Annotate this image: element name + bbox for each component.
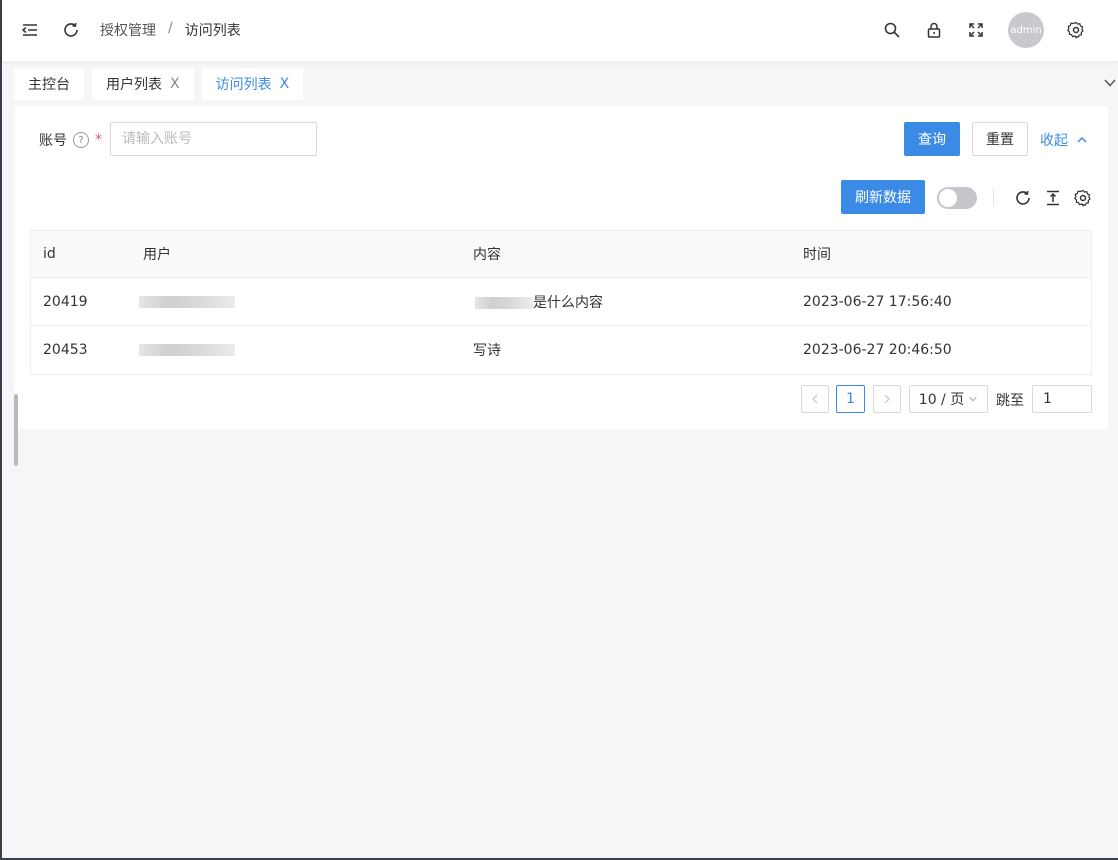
jump-input[interactable]: 1 bbox=[1032, 385, 1092, 413]
column-header-time: 时间 bbox=[803, 247, 831, 263]
prev-page-button[interactable] bbox=[801, 385, 829, 413]
column-header-id: id bbox=[43, 246, 56, 262]
cell-time: 2023-06-27 20:46:50 bbox=[803, 342, 952, 358]
cell-user bbox=[131, 294, 461, 310]
column-settings-icon[interactable] bbox=[1074, 189, 1092, 207]
cell-id: 20453 bbox=[43, 342, 88, 358]
search-icon[interactable] bbox=[882, 20, 902, 40]
tab-label: 访问列表 bbox=[215, 77, 272, 93]
settings-icon[interactable] bbox=[1066, 20, 1086, 40]
account-label: 账号 ? * bbox=[39, 130, 102, 150]
breadcrumb: 授权管理 / 访问列表 bbox=[100, 20, 241, 40]
breadcrumb-item-current: 访问列表 bbox=[184, 23, 241, 39]
toolbar-divider bbox=[993, 188, 994, 206]
toggle-knob bbox=[939, 189, 957, 207]
chevron-down-icon[interactable] bbox=[1103, 76, 1117, 90]
tab-access-list[interactable]: 访问列表 X bbox=[201, 68, 304, 100]
close-icon[interactable]: X bbox=[280, 76, 290, 92]
query-button[interactable]: 查询 bbox=[904, 122, 960, 156]
chevron-left-icon bbox=[812, 394, 818, 404]
column-height-icon[interactable] bbox=[1044, 189, 1062, 207]
fullscreen-icon[interactable] bbox=[966, 20, 986, 40]
help-icon[interactable]: ? bbox=[73, 132, 89, 148]
required-mark: * bbox=[95, 132, 102, 148]
tab-label: 用户列表 bbox=[106, 77, 162, 93]
account-label-text: 账号 bbox=[39, 133, 67, 149]
cell-content: 是什么内容 bbox=[461, 292, 791, 312]
table-header: id 用户 内容 时间 bbox=[31, 231, 1091, 278]
app-window: 授权管理 / 访问列表 admin 主控台 用户列表 X 访问列表 X 账号 ?… bbox=[0, 0, 1118, 860]
chevron-down-icon bbox=[969, 396, 977, 402]
tab-label: 主控台 bbox=[28, 77, 70, 93]
breadcrumb-separator: / bbox=[168, 20, 173, 36]
tab-bar: 主控台 用户列表 X 访问列表 X bbox=[14, 68, 304, 100]
chevron-right-icon bbox=[884, 394, 890, 404]
redacted-user bbox=[139, 295, 235, 308]
redacted-user bbox=[139, 344, 235, 356]
refresh-data-button[interactable]: 刷新数据 bbox=[841, 180, 925, 214]
close-icon[interactable]: X bbox=[170, 76, 180, 92]
cell-content-text: 是什么内容 bbox=[533, 294, 603, 311]
reset-button[interactable]: 重置 bbox=[972, 122, 1028, 156]
jump-label: 跳至 bbox=[996, 393, 1024, 409]
page-item-1[interactable]: 1 bbox=[836, 385, 865, 413]
table-row[interactable]: 20419 是什么内容 2023-06-27 17:56:40 bbox=[31, 278, 1091, 326]
breadcrumb-item-auth[interactable]: 授权管理 bbox=[100, 20, 156, 40]
collapse-label: 收起 bbox=[1040, 133, 1068, 149]
reload-icon[interactable] bbox=[1014, 189, 1032, 207]
page-size-select[interactable]: 10 / 页 bbox=[909, 385, 988, 413]
cell-content: 写诗 bbox=[473, 343, 501, 359]
cell-id: 20419 bbox=[43, 293, 88, 310]
content-card: 账号 ? * 查询 重置 收起 刷新数据 id 用户 内容 时 bbox=[14, 106, 1108, 429]
scrollbar-thumb[interactable] bbox=[14, 394, 18, 466]
column-header-content: 内容 bbox=[473, 247, 501, 263]
auto-refresh-toggle[interactable] bbox=[937, 187, 977, 209]
column-header-user: 用户 bbox=[143, 247, 171, 263]
avatar[interactable]: admin bbox=[1008, 12, 1044, 48]
reload-icon[interactable] bbox=[61, 20, 81, 40]
collapse-button[interactable]: 收起 bbox=[1040, 130, 1088, 150]
top-header: 授权管理 / 访问列表 admin bbox=[2, 0, 1118, 62]
cell-time: 2023-06-27 17:56:40 bbox=[803, 293, 952, 310]
chevron-up-icon bbox=[1077, 136, 1087, 143]
tab-dashboard[interactable]: 主控台 bbox=[14, 68, 84, 100]
menu-fold-icon[interactable] bbox=[20, 20, 40, 40]
redacted-content bbox=[475, 296, 533, 309]
cell-user bbox=[131, 342, 461, 358]
access-table: id 用户 内容 时间 20419 是什么内容 2023-06-27 17:56… bbox=[30, 230, 1092, 375]
table-row[interactable]: 20453 写诗 2023-06-27 20:46:50 bbox=[31, 326, 1091, 374]
account-input[interactable] bbox=[110, 122, 317, 156]
lock-icon[interactable] bbox=[924, 20, 944, 40]
next-page-button[interactable] bbox=[873, 385, 901, 413]
tab-user-list[interactable]: 用户列表 X bbox=[92, 68, 194, 100]
page-size-value: 10 / 页 bbox=[918, 392, 965, 408]
